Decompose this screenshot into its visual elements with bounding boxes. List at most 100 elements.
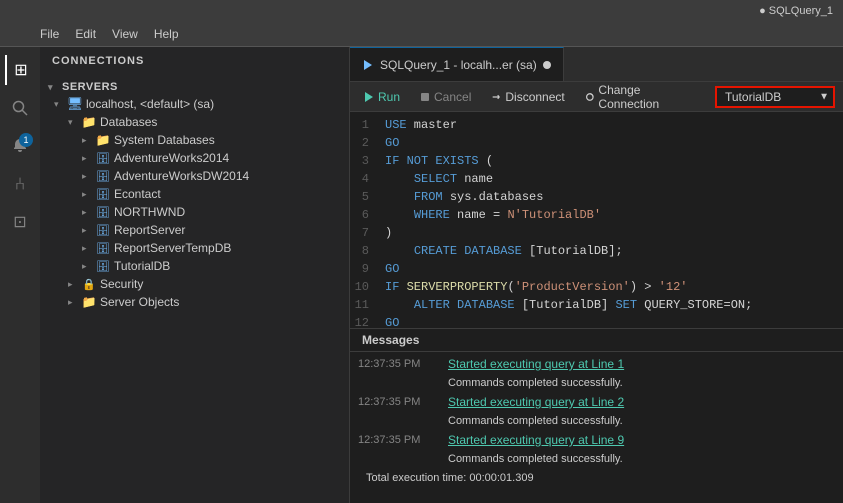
tree-item-databases[interactable]: 📁 Databases <box>40 113 349 131</box>
security-label: Security <box>100 277 143 291</box>
code-line-9: 9 GO <box>350 260 843 278</box>
menu-help[interactable]: Help <box>154 27 179 41</box>
code-line-8: 8 CREATE DATABASE [TutorialDB]; <box>350 242 843 260</box>
tab-bar: SQLQuery_1 - localh...er (sa) <box>350 47 843 82</box>
message-row-1: 12:37:35 PM Started executing query at L… <box>358 356 835 373</box>
menu-bar: File Edit View Help <box>0 22 843 47</box>
messages-panel: Messages 12:37:35 PM Started executing q… <box>350 328 843 503</box>
server-objects-arrow <box>68 297 82 308</box>
msg-time-1: 12:37:35 PM <box>358 356 438 373</box>
tree-container: SERVERS 🖥 localhost, <default> (sa) 📁 Da… <box>40 75 349 503</box>
sidebar-header: CONNECTIONS <box>40 47 349 75</box>
tree-item-econtact[interactable]: 🗄 Econtact <box>40 185 349 203</box>
databases-folder-icon: 📁 <box>82 115 96 129</box>
tree-item-adventureworksdw2014[interactable]: 🗄 AdventureWorksDW2014 <box>40 167 349 185</box>
databases-label: Databases <box>100 115 157 129</box>
sql-query-tab[interactable]: SQLQuery_1 - localh...er (sa) <box>350 47 564 81</box>
msg-link-1[interactable]: Started executing query at Line 1 <box>448 356 624 373</box>
activity-bar: ⊞ 1 ⑃ ⊡ <box>0 47 40 503</box>
total-execution-time: Total execution time: 00:00:01.309 <box>358 470 835 487</box>
tree-item-reportserver[interactable]: 🗄 ReportServer <box>40 221 349 239</box>
run-indicator-icon <box>362 59 374 71</box>
run-label: Run <box>378 90 400 104</box>
main-layout: ⊞ 1 ⑃ ⊡ CONNECTIONS SERVERS <box>0 47 843 503</box>
awdw2014-label: AdventureWorksDW2014 <box>114 169 249 183</box>
server-icon: 🖥 <box>68 97 82 111</box>
code-line-2: 2 GO <box>350 134 843 152</box>
change-connection-label: Change Connection <box>598 83 701 111</box>
search-activity-icon[interactable] <box>5 93 35 123</box>
editor-content[interactable]: 1 USE master 2 GO 3 IF NOT EXISTS ( 4 SE… <box>350 112 843 328</box>
tutorialdb-label: TutorialDB <box>114 259 170 273</box>
notification-badge: 1 <box>19 133 33 147</box>
tree-item-localhost[interactable]: 🖥 localhost, <default> (sa) <box>40 95 349 113</box>
system-databases-label: System Databases <box>114 133 215 147</box>
tutorialdb-arrow <box>82 261 96 272</box>
awdw2014-icon: 🗄 <box>96 169 110 183</box>
menu-file[interactable]: File <box>40 27 59 41</box>
disconnect-label: Disconnect <box>505 90 564 104</box>
msg-link-3[interactable]: Started executing query at Line 9 <box>448 432 624 449</box>
security-icon: 🔒 <box>82 277 96 291</box>
cancel-icon <box>420 92 430 102</box>
system-db-arrow <box>82 135 96 146</box>
sidebar: CONNECTIONS SERVERS 🖥 localhost, <defaul… <box>40 47 350 503</box>
system-db-icon: 📁 <box>96 133 110 147</box>
msg-detail-1: Commands completed successfully. <box>358 375 835 392</box>
aw2014-icon: 🗄 <box>96 151 110 165</box>
tree-item-security[interactable]: 🔒 Security <box>40 275 349 293</box>
run-button[interactable]: Run <box>358 88 406 106</box>
tree-item-server-objects[interactable]: 📁 Server Objects <box>40 293 349 311</box>
rstemp-label: ReportServerTempDB <box>114 241 231 255</box>
change-connection-button[interactable]: Change Connection <box>579 81 707 113</box>
extensions-activity-icon[interactable]: ⊡ <box>5 207 35 237</box>
econtact-arrow <box>82 189 96 200</box>
northwnd-arrow <box>82 207 96 218</box>
aw2014-arrow <box>82 153 96 164</box>
msg-detail-3: Commands completed successfully. <box>358 451 835 468</box>
database-dropdown-wrapper: TutorialDB master tempdb ▼ <box>715 86 835 108</box>
econtact-icon: 🗄 <box>96 187 110 201</box>
notifications-activity-icon[interactable]: 1 <box>5 131 35 161</box>
database-dropdown[interactable]: TutorialDB master tempdb <box>715 86 835 108</box>
reportserver-arrow <box>82 225 96 236</box>
code-line-4: 4 SELECT name <box>350 170 843 188</box>
disconnect-button[interactable]: Disconnect <box>485 88 570 106</box>
msg-detail-2: Commands completed successfully. <box>358 413 835 430</box>
title-bar: ● SQLQuery_1 <box>0 0 843 22</box>
cancel-button[interactable]: Cancel <box>414 88 477 106</box>
security-arrow <box>68 279 82 290</box>
code-line-1: 1 USE master <box>350 116 843 134</box>
editor-area: 1 USE master 2 GO 3 IF NOT EXISTS ( 4 SE… <box>350 112 843 328</box>
servers-section[interactable]: SERVERS <box>40 79 349 95</box>
msg-link-2[interactable]: Started executing query at Line 2 <box>448 394 624 411</box>
toolbar: Run Cancel Disconnect Change Connection <box>350 82 843 112</box>
run-icon <box>364 92 374 102</box>
tree-item-adventureworks2014[interactable]: 🗄 AdventureWorks2014 <box>40 149 349 167</box>
tree-item-system-databases[interactable]: 📁 System Databases <box>40 131 349 149</box>
tab-modified-dot <box>543 61 551 69</box>
rstemp-arrow <box>82 243 96 254</box>
servers-label: SERVERS <box>62 81 118 93</box>
msg-time-3: 12:37:35 PM <box>358 432 438 449</box>
northwnd-icon: 🗄 <box>96 205 110 219</box>
connections-activity-icon[interactable]: ⊞ <box>5 55 35 85</box>
menu-edit[interactable]: Edit <box>75 27 96 41</box>
econtact-label: Econtact <box>114 187 161 201</box>
servers-arrow <box>48 82 62 93</box>
tree-item-reportservertempdb[interactable]: 🗄 ReportServerTempDB <box>40 239 349 257</box>
git-activity-icon[interactable]: ⑃ <box>5 169 35 199</box>
northwnd-label: NORTHWND <box>114 205 185 219</box>
code-line-10: 10 IF SERVERPROPERTY('ProductVersion') >… <box>350 278 843 296</box>
server-objects-icon: 📁 <box>82 295 96 309</box>
code-line-12: 12 GO <box>350 314 843 328</box>
tree-item-tutorialdb[interactable]: 🗄 TutorialDB <box>40 257 349 275</box>
aw2014-label: AdventureWorks2014 <box>114 151 229 165</box>
reportserver-icon: 🗄 <box>96 223 110 237</box>
code-line-11: 11 ALTER DATABASE [TutorialDB] SET QUERY… <box>350 296 843 314</box>
messages-content: 12:37:35 PM Started executing query at L… <box>350 352 843 503</box>
tree-item-northwnd[interactable]: 🗄 NORTHWND <box>40 203 349 221</box>
message-row-2: 12:37:35 PM Started executing query at L… <box>358 394 835 411</box>
code-line-5: 5 FROM sys.databases <box>350 188 843 206</box>
menu-view[interactable]: View <box>112 27 138 41</box>
